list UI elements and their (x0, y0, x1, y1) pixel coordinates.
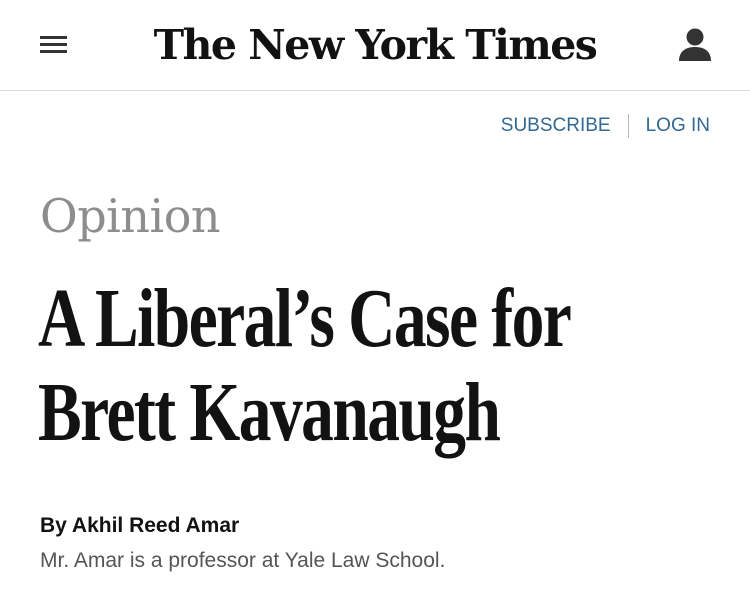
nyt-logo[interactable]: The New York Times (150, 16, 600, 74)
menu-line (40, 36, 67, 39)
user-account-icon[interactable] (678, 26, 712, 62)
byline[interactable]: By Akhil Reed Amar (40, 513, 239, 539)
subscribe-link[interactable]: SUBSCRIBE (501, 115, 611, 137)
headline-line-1: A Liberal’s Case for (38, 272, 572, 365)
masthead-bar: The New York Times (0, 0, 750, 91)
author-bio: Mr. Amar is a professor at Yale Law Scho… (40, 549, 446, 572)
person-icon (679, 28, 711, 61)
menu-line (40, 43, 67, 46)
hamburger-menu-icon[interactable] (38, 32, 70, 56)
section-label[interactable]: Opinion (40, 186, 221, 246)
headline-line-2: Brett Kavanaugh (38, 366, 501, 459)
auth-links: SUBSCRIBE LOG IN (501, 114, 710, 138)
login-link[interactable]: LOG IN (646, 115, 710, 137)
auth-divider (627, 114, 629, 138)
article-headline: A Liberal’s Case for Brett Kavanaugh (38, 272, 572, 460)
menu-line (40, 50, 67, 53)
